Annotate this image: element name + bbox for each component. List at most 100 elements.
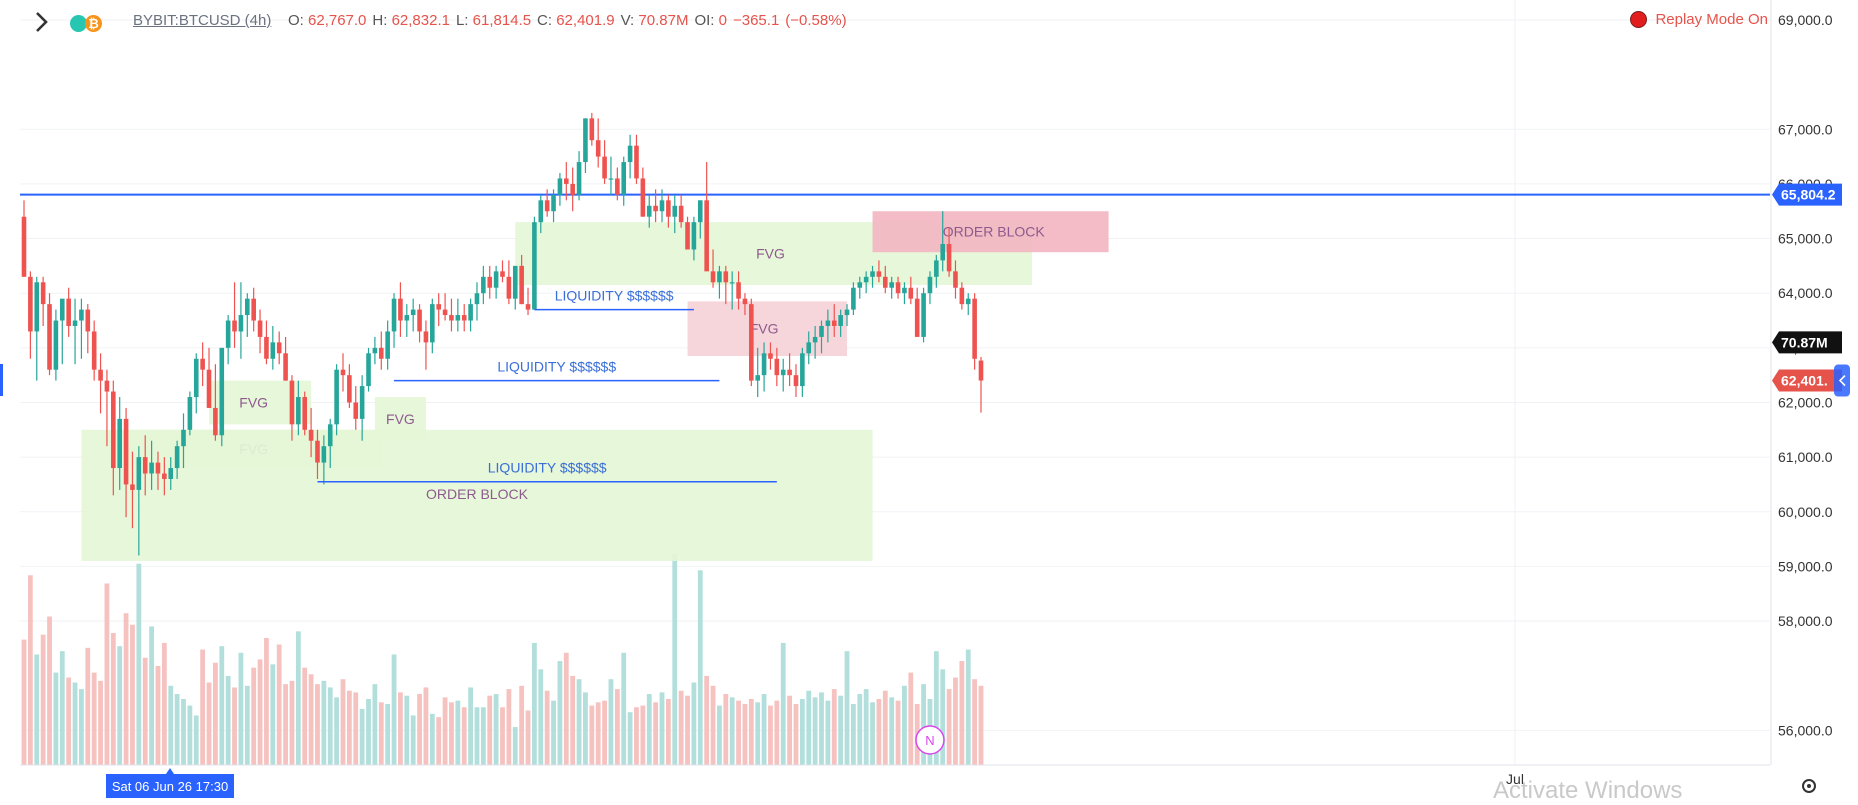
volume-bar: [978, 685, 984, 765]
volume-bar: [602, 700, 607, 765]
candle: [283, 353, 288, 381]
volume-bar: [79, 689, 84, 765]
candle: [257, 320, 263, 337]
candle: [398, 298, 403, 321]
ohlc-low: L: 61,814.5: [455, 12, 532, 29]
price-badge-label: 62,401.: [1781, 373, 1828, 389]
volume-bar: [449, 702, 454, 765]
chevron-right-icon[interactable]: [28, 9, 54, 35]
candle: [793, 375, 799, 387]
candle: [972, 298, 977, 359]
volume-bar: [768, 705, 773, 765]
volume-bar: [442, 697, 448, 765]
volume-bar: [417, 694, 422, 765]
volume-bar: [270, 664, 276, 765]
volume-bar: [691, 682, 697, 765]
candle: [47, 304, 52, 370]
volume-bar: [359, 708, 365, 765]
candle: [780, 369, 786, 376]
volume-bar: [723, 694, 729, 765]
candle: [85, 309, 91, 332]
volume-bar: [525, 710, 531, 765]
liquidity-label: LIQUIDITY $$$$$$: [555, 288, 674, 304]
volume-bar: [563, 652, 569, 765]
price-tick-label: 61,000.0: [1778, 449, 1833, 465]
chart-canvas[interactable]: FVGFVGFVGFVGFVGORDER BLOCKORDER BLOCK LI…: [0, 0, 1858, 798]
symbol-label[interactable]: BYBIT:BTCUSD (4h): [133, 12, 271, 29]
volume-bar: [959, 661, 965, 765]
candle: [583, 118, 588, 163]
volume-bar: [755, 702, 761, 765]
volume-bar: [468, 687, 473, 765]
candle: [965, 298, 971, 305]
candle: [844, 309, 850, 316]
candle: [155, 462, 161, 474]
volume-bar: [532, 642, 537, 765]
candle: [640, 178, 646, 217]
volume-bar: [455, 700, 461, 765]
volume-bar: [557, 661, 563, 765]
candle: [79, 309, 84, 321]
volume-bar: [104, 583, 110, 765]
candle: [838, 315, 843, 326]
volume-bar: [851, 703, 856, 765]
candle: [564, 178, 569, 184]
candle: [557, 178, 563, 195]
candle: [232, 320, 237, 332]
volume-bar: [570, 675, 576, 765]
candle: [927, 276, 933, 294]
zone-label: FVG: [756, 246, 785, 262]
candle: [162, 473, 167, 479]
volume-bar: [831, 689, 837, 765]
volume-bar: [480, 707, 486, 765]
candle: [717, 271, 722, 283]
candle: [66, 298, 71, 326]
volume-bar: [697, 570, 703, 765]
candle: [812, 336, 818, 343]
volume-bar: [302, 667, 308, 765]
activate-windows-watermark: Activate Windows: [1493, 777, 1683, 804]
ohlc-readout: O: 62,767.0 H: 62,832.1 L: 61,814.5 C: 6…: [288, 12, 847, 29]
volume-bar: [799, 699, 805, 765]
volume-bar: [704, 675, 710, 765]
candle: [863, 276, 869, 283]
volume-bar: [98, 680, 103, 765]
candle: [149, 462, 154, 474]
candle: [608, 178, 614, 180]
volume-bar: [21, 639, 27, 765]
volume-bar: [717, 705, 722, 765]
volume-bar: [493, 694, 499, 765]
bitcoin-icon: ₿: [85, 14, 102, 32]
candle: [493, 271, 499, 288]
volume-bar: [219, 646, 225, 765]
volume-bar: [155, 666, 161, 765]
volume-bar: [53, 672, 59, 765]
replay-mode-label: Replay Mode On: [1655, 11, 1768, 28]
candle: [729, 282, 735, 284]
candle: [340, 369, 346, 376]
volume-bar: [965, 649, 971, 765]
candle: [889, 282, 894, 288]
candle: [857, 282, 863, 288]
volume-bar: [659, 692, 665, 765]
candle: [934, 260, 939, 277]
candle: [921, 293, 926, 337]
volume-bar: [889, 697, 895, 765]
volume-bar: [653, 702, 659, 765]
candle: [595, 140, 601, 157]
volume-bar: [72, 682, 78, 765]
volume-bar: [429, 713, 435, 765]
candle: [410, 309, 416, 316]
volume-bar: [474, 707, 480, 765]
candle: [276, 342, 282, 354]
volume-bar: [149, 626, 154, 765]
volume-bar: [47, 616, 52, 765]
candle: [366, 353, 371, 387]
candle: [902, 287, 907, 294]
volume-bar: [436, 717, 442, 765]
candle: [800, 353, 805, 387]
candle: [487, 276, 493, 288]
zone-label: FVG: [750, 321, 779, 337]
candle: [21, 216, 27, 277]
replay-mode-indicator[interactable]: Replay Mode On: [1630, 11, 1768, 28]
